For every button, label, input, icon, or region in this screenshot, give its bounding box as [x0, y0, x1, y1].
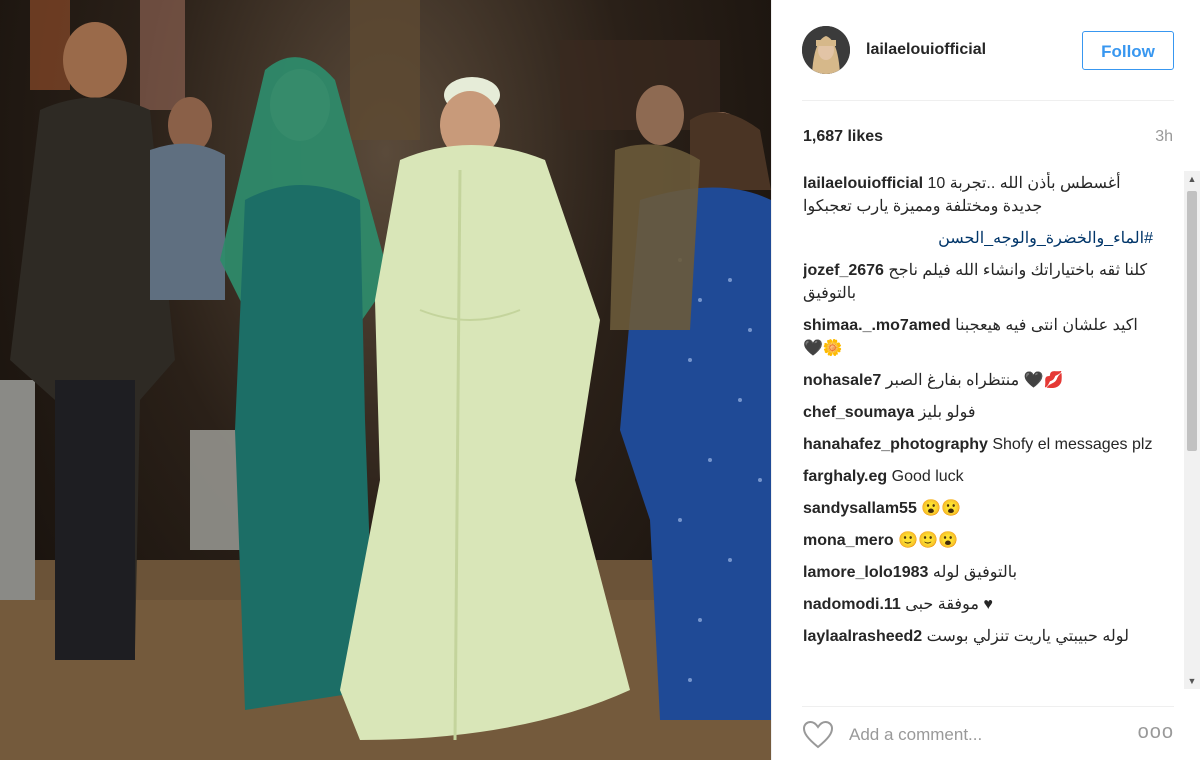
instagram-post-view: lailaelouiofficial Follow 1,687 likes 3h…	[0, 0, 1200, 760]
caption-hashtag[interactable]: #الماء_والخضرة_والوجه_الحسن	[803, 227, 1153, 250]
comment-text: لوله حبيبتي ياريت تنزلي بوست	[926, 628, 1129, 645]
comment-items: jozef_2676 كلنا ثقه باختياراتك وانشاء ال…	[803, 259, 1153, 648]
avatar-image	[802, 26, 850, 74]
likes-count[interactable]: 1,687 likes	[803, 128, 883, 146]
comment-username[interactable]: chef_soumaya	[803, 404, 914, 421]
comment-text: Good luck	[891, 468, 964, 485]
comment-item: hanahafez_photography Shofy el messages …	[803, 433, 1153, 456]
comment-item: lamore_lolo1983 بالتوفيق لوله	[803, 561, 1153, 584]
comment-item: shimaa._.mo7amed اكيد علشان انتى فيه هيع…	[803, 314, 1153, 360]
add-comment-input[interactable]	[847, 724, 1121, 746]
post-header: lailaelouiofficial Follow	[802, 26, 1174, 101]
comment-text: 🙂🙂😮	[898, 532, 958, 549]
scroll-down-arrow-icon[interactable]: ▼	[1184, 673, 1200, 689]
comment-username[interactable]: lamore_lolo1983	[803, 564, 928, 581]
scroll-up-arrow-icon[interactable]: ▲	[1184, 171, 1200, 187]
comment-username[interactable]: nadomodi.11	[803, 596, 901, 613]
comment-item: sandysallam55 😮😮	[803, 497, 1153, 520]
photo-illustration	[0, 0, 771, 760]
comments-list: lailaelouiofficial أغسطس بأذن الله ..تجر…	[803, 172, 1153, 690]
post-username[interactable]: lailaelouiofficial	[866, 41, 986, 59]
comment-text: 😮😮	[921, 500, 962, 517]
post-photo[interactable]	[0, 0, 771, 760]
comment-username[interactable]: laylaalrasheed2	[803, 628, 922, 645]
post-footer: ooo	[802, 706, 1174, 761]
comment-item: chef_soumaya فولو بليز	[803, 401, 1153, 424]
post-timestamp[interactable]: 3h	[1155, 128, 1173, 146]
comment-username[interactable]: nohasale7	[803, 372, 881, 389]
comment-username[interactable]: farghaly.eg	[803, 468, 887, 485]
more-options-icon[interactable]: ooo	[1138, 721, 1174, 744]
comment-item: nohasale7 منتظراه بفارغ الصبر 🖤💋	[803, 369, 1153, 392]
comment-text: بالتوفيق لوله	[932, 564, 1018, 581]
comment-username[interactable]: shimaa._.mo7amed	[803, 317, 951, 334]
comment-username[interactable]: mona_mero	[803, 532, 894, 549]
comment-text: منتظراه بفارغ الصبر 🖤💋	[885, 372, 1064, 389]
comment-username[interactable]: hanahafez_photography	[803, 436, 988, 453]
comment-item: farghaly.eg Good luck	[803, 465, 1153, 488]
heart-icon-svg	[802, 720, 834, 749]
post-details-panel: lailaelouiofficial Follow 1,687 likes 3h…	[771, 0, 1200, 760]
comment-text: فولو بليز	[918, 404, 976, 421]
follow-button[interactable]: Follow	[1082, 31, 1174, 70]
man-left-head	[63, 22, 127, 98]
avatar[interactable]	[802, 26, 850, 74]
barrel	[0, 380, 35, 600]
comment-item: nadomodi.11 موفقة حبى ♥	[803, 593, 1153, 616]
comment-item: mona_mero 🙂🙂😮	[803, 529, 1153, 552]
scrollbar-thumb[interactable]	[1187, 191, 1197, 451]
heart-icon[interactable]	[802, 719, 834, 751]
center-woman-dress	[340, 145, 630, 740]
comment-item: jozef_2676 كلنا ثقه باختياراتك وانشاء ال…	[803, 259, 1153, 305]
comment-text: Shofy el messages plz	[992, 436, 1153, 453]
comments-scrollbar[interactable]: ▲ ▼	[1184, 171, 1200, 689]
comment-text: موفقة حبى ♥	[905, 596, 993, 613]
comment-username[interactable]: sandysallam55	[803, 500, 917, 517]
comment-item: laylaalrasheed2 لوله حبيبتي ياريت تنزلي …	[803, 625, 1153, 648]
comment-username[interactable]: jozef_2676	[803, 262, 884, 279]
caption: lailaelouiofficial أغسطس بأذن الله ..تجر…	[803, 172, 1153, 218]
caption-username[interactable]: lailaelouiofficial	[803, 175, 923, 192]
